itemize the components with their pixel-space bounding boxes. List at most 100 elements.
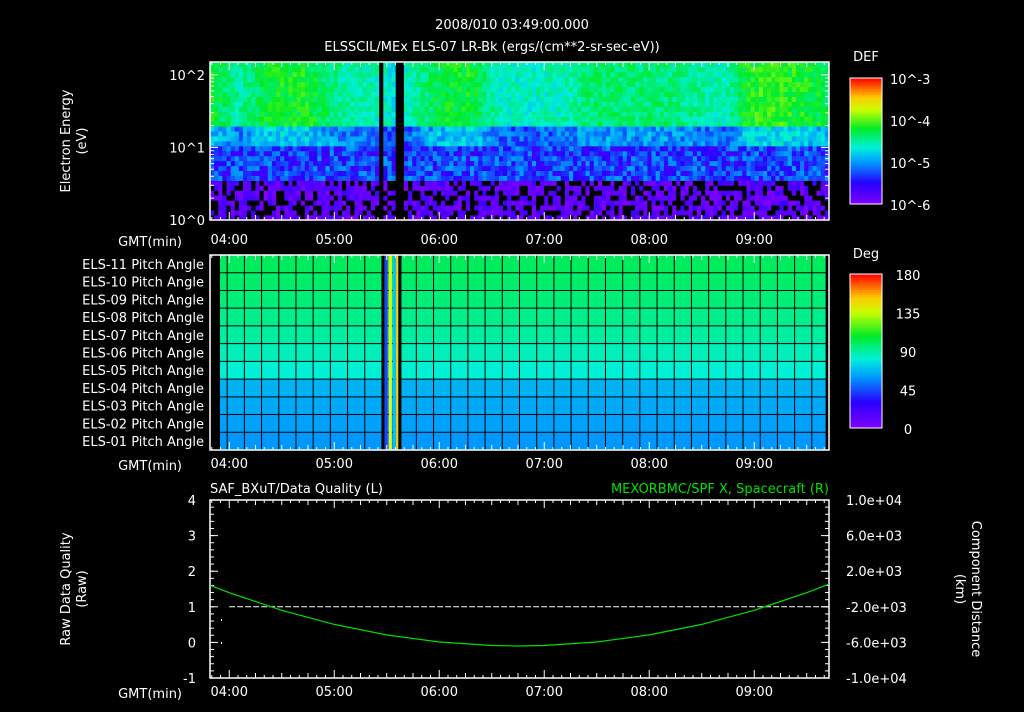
spectrogram-cell <box>771 136 776 141</box>
spectrogram-cell <box>767 126 772 131</box>
spectrogram-cell <box>387 190 392 195</box>
spectrogram-cell <box>503 77 508 82</box>
spectrogram-cell <box>429 176 434 181</box>
spectrogram-cell <box>548 77 553 82</box>
spectrogram-cell <box>726 72 731 77</box>
spectrogram-cell <box>383 151 388 156</box>
spectrogram-cell <box>482 166 487 171</box>
spectrogram-cell <box>660 181 665 186</box>
spectrogram-cell <box>412 72 417 77</box>
spectrogram-cell <box>309 156 314 161</box>
spectrogram-cell <box>763 72 768 77</box>
spectrogram-cell <box>375 77 380 82</box>
spectrogram-cell <box>548 116 553 121</box>
spectrogram-cell <box>280 121 285 126</box>
spectrogram-cell <box>668 136 673 141</box>
spectrogram-cell <box>338 210 343 215</box>
spectrogram-cell <box>631 195 636 200</box>
spectrogram-cell <box>614 131 619 136</box>
spectrogram-cell <box>470 87 475 92</box>
spectrogram-cell <box>334 131 339 136</box>
spectrogram-cell <box>400 62 405 67</box>
spectrogram-cell <box>260 62 265 67</box>
spectrogram-cell <box>672 82 677 87</box>
spectrogram-cell <box>586 87 591 92</box>
spectrogram-cell <box>726 102 731 107</box>
spectrogram-cell <box>821 97 826 102</box>
spectrogram-cell <box>317 166 322 171</box>
spectrogram-cell <box>408 87 413 92</box>
spectrogram-cell <box>507 111 512 116</box>
spectrogram-cell <box>404 171 409 176</box>
spectrogram-cell <box>701 141 706 146</box>
spectrogram-cell <box>272 171 277 176</box>
spectrogram-cell <box>730 195 735 200</box>
spectrogram-cell <box>767 166 772 171</box>
spectrogram-cell <box>610 131 615 136</box>
spectrogram-cell <box>594 102 599 107</box>
spectrogram-cell <box>511 141 516 146</box>
spectrogram-cell <box>491 82 496 87</box>
spectrogram-cell <box>788 77 793 82</box>
spectrogram-cell <box>280 176 285 181</box>
spectrogram-cell <box>536 62 541 67</box>
spectrogram-cell <box>449 116 454 121</box>
spectrogram-cell <box>280 111 285 116</box>
spectrogram-cell <box>619 176 624 181</box>
spectrogram-cell <box>685 131 690 136</box>
spectrogram-cell <box>817 141 822 146</box>
spectrogram-cell <box>396 200 401 205</box>
spectrogram-cell <box>619 82 624 87</box>
spectrogram-cell <box>676 102 681 107</box>
spectrogram-cell <box>251 141 256 146</box>
spectrogram-cell <box>272 87 277 92</box>
spectrogram-cell <box>536 82 541 87</box>
spectrogram-cell <box>660 146 665 151</box>
spectrogram-cell <box>301 190 306 195</box>
spectrogram-cell <box>400 121 405 126</box>
spectrogram-cell <box>515 126 520 131</box>
spectrogram-cell <box>280 171 285 176</box>
spectrogram-cell <box>812 195 817 200</box>
spectrogram-cell <box>652 97 657 102</box>
spectrogram-cell <box>598 87 603 92</box>
spectrogram-cell <box>734 111 739 116</box>
spectrogram-cell <box>520 161 525 166</box>
spectrogram-cell <box>297 161 302 166</box>
spectrogram-cell <box>330 166 335 171</box>
spectrogram-cell <box>482 72 487 77</box>
spectrogram-cell <box>478 210 483 215</box>
spectrogram-cell <box>594 111 599 116</box>
spectrogram-cell <box>763 102 768 107</box>
spectrogram-cell <box>746 151 751 156</box>
spectrogram-cell <box>656 146 661 151</box>
spectrogram-cell <box>656 97 661 102</box>
spectrogram-cell <box>284 72 289 77</box>
spectrogram-cell <box>379 151 384 156</box>
spectrogram-cell <box>482 171 487 176</box>
spectrogram-cell <box>792 121 797 126</box>
spectrogram-cell <box>759 210 764 215</box>
spectrogram-cell <box>507 156 512 161</box>
spectrogram-cell <box>532 72 537 77</box>
spectrogram-cell <box>214 87 219 92</box>
spectrogram-cell <box>272 116 277 121</box>
spectrogram-cell <box>338 82 343 87</box>
spectrogram-cell <box>804 106 809 111</box>
spectrogram-cell <box>627 97 632 102</box>
spectrogram-cell <box>668 200 673 205</box>
spectrogram-cell <box>771 166 776 171</box>
spectrogram-cell <box>734 67 739 72</box>
spectrogram-cell <box>755 141 760 146</box>
spectrogram-cell <box>602 151 607 156</box>
spectrogram-cell <box>396 156 401 161</box>
spectrogram-cell <box>350 67 355 72</box>
spectrogram-cell <box>321 67 326 72</box>
spectrogram-cell <box>437 141 442 146</box>
spectrogram-cell <box>602 102 607 107</box>
spectrogram-cell <box>635 195 640 200</box>
spectrogram-cell <box>404 126 409 131</box>
spectrogram-cell <box>540 161 545 166</box>
spectrogram-cell <box>371 111 376 116</box>
spectrogram-cell <box>317 210 322 215</box>
